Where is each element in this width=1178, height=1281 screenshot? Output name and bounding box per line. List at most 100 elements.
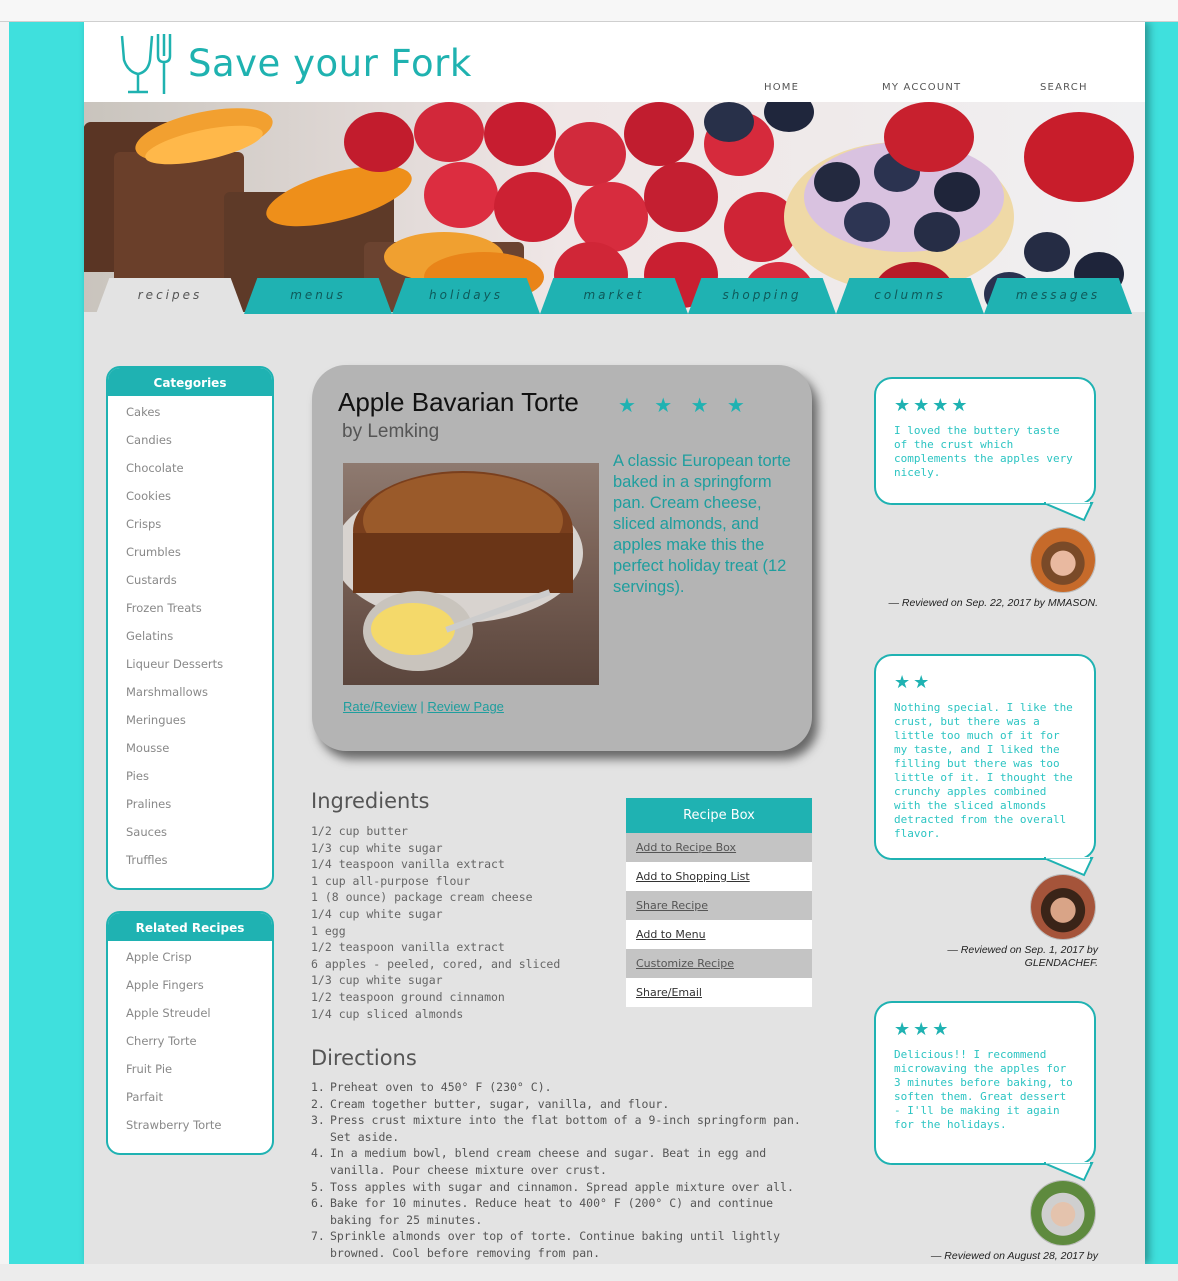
step-number: 1. bbox=[311, 1080, 325, 1094]
recipe-description: A classic European torte baked in a spri… bbox=[613, 452, 791, 596]
page-container: Save your Fork HOME MY ACCOUNT SEARCH re… bbox=[84, 22, 1145, 1264]
category-link[interactable]: Meringues bbox=[126, 712, 272, 740]
step-text: Toss apples with sugar and cinnamon. Spr… bbox=[330, 1179, 794, 1194]
review-bubble: ★★★ Delicious!! I recommend microwaving … bbox=[874, 1001, 1096, 1165]
ingredient-item: 1/2 teaspoon ground cinnamon bbox=[311, 989, 505, 1004]
category-link[interactable]: Pies bbox=[126, 768, 272, 796]
category-link[interactable]: Frozen Treats bbox=[126, 600, 272, 628]
step-text: Bake for 10 minutes. Reduce heat to 400°… bbox=[330, 1196, 774, 1227]
related-recipes-panel: Related Recipes Apple Crisp Apple Finger… bbox=[106, 911, 274, 1155]
step-text: Preheat oven to 450° F (230° C). bbox=[330, 1080, 552, 1094]
add-to-menu-link[interactable]: Add to Menu bbox=[626, 920, 812, 949]
step-number: 3. bbox=[311, 1113, 325, 1128]
review-bubble: ★★ Nothing special. I like the crust, bu… bbox=[874, 654, 1096, 860]
site-logo[interactable]: Save your Fork bbox=[118, 30, 472, 96]
recipe-photo bbox=[343, 463, 599, 685]
category-link[interactable]: Marshmallows bbox=[126, 684, 272, 712]
categories-panel: Categories Cakes Candies Chocolate Cooki… bbox=[106, 366, 274, 890]
review-stars: ★★★ bbox=[894, 1019, 952, 1040]
reviewer-avatar[interactable] bbox=[1030, 874, 1096, 940]
review-stars: ★★ bbox=[894, 672, 933, 693]
tab-recipes[interactable]: recipes bbox=[96, 278, 244, 314]
ingredient-item: 1 (8 ounce) package cream cheese bbox=[311, 890, 533, 905]
ingredients-title: Ingredients bbox=[311, 789, 430, 813]
recipe-links: Rate/Review | Review Page bbox=[343, 699, 504, 714]
category-link[interactable]: Candies bbox=[126, 432, 272, 460]
recipe-title: Apple Bavarian Torte bbox=[338, 387, 579, 417]
ingredient-item: 1/3 cup white sugar bbox=[311, 840, 443, 855]
category-link[interactable]: Mousse bbox=[126, 740, 272, 768]
recipe-box-title: Recipe Box bbox=[626, 798, 812, 833]
category-link[interactable]: Cakes bbox=[126, 404, 272, 432]
recipe-author: by Lemking bbox=[342, 421, 440, 442]
share-recipe-link[interactable]: Share Recipe bbox=[626, 891, 812, 920]
brand-name: Save your Fork bbox=[188, 41, 472, 85]
reviewer-avatar[interactable] bbox=[1030, 527, 1096, 593]
related-recipe-link[interactable]: Fruit Pie bbox=[126, 1061, 272, 1089]
nav-my-account-link[interactable]: MY ACCOUNT bbox=[882, 82, 961, 93]
category-link[interactable]: Truffles bbox=[126, 852, 272, 880]
tab-holidays[interactable]: holidays bbox=[392, 278, 540, 314]
step-number: 6. bbox=[311, 1196, 325, 1211]
review-bubble: ★★★★ I loved the buttery taste of the cr… bbox=[874, 377, 1096, 505]
browser-top-strip bbox=[0, 0, 1178, 22]
direction-step: 1. Preheat oven to 450° F (230° C). bbox=[311, 1079, 816, 1096]
share-email-link[interactable]: Share/Email bbox=[626, 978, 812, 1007]
category-link[interactable]: Crisps bbox=[126, 516, 272, 544]
nav-search-link[interactable]: SEARCH bbox=[1040, 82, 1088, 93]
direction-step: 3. Press crust mixture into the flat bott… bbox=[311, 1112, 816, 1145]
main-tabs: recipes menus holidays market shopping c… bbox=[84, 278, 1145, 314]
ingredient-item: 1 cup all-purpose flour bbox=[311, 873, 471, 888]
step-text: Press crust mixture into the flat bottom… bbox=[330, 1113, 801, 1144]
directions-title: Directions bbox=[311, 1046, 417, 1070]
categories-title: Categories bbox=[108, 368, 272, 396]
recipe-rating-stars: ★ ★ ★ ★ bbox=[618, 393, 751, 417]
tab-messages[interactable]: messages bbox=[984, 278, 1132, 314]
related-recipe-link[interactable]: Apple Streudel bbox=[126, 1005, 272, 1033]
tab-menus[interactable]: menus bbox=[244, 278, 392, 314]
related-recipe-link[interactable]: Cherry Torte bbox=[126, 1033, 272, 1061]
category-link[interactable]: Liqueur Desserts bbox=[126, 656, 272, 684]
ingredient-item: 1/4 cup sliced almonds bbox=[311, 1006, 464, 1021]
direction-step: 4. In a medium bowl, blend cream cheese a… bbox=[311, 1145, 816, 1178]
related-recipe-link[interactable]: Strawberry Torte bbox=[126, 1117, 272, 1145]
direction-step: 2. Cream together butter, sugar, vanilla,… bbox=[311, 1096, 816, 1113]
category-link[interactable]: Sauces bbox=[126, 824, 272, 852]
related-recipe-link[interactable]: Parfait bbox=[126, 1089, 272, 1117]
review-meta: — Reviewed on Sep. 1, 2017 by GLENDACHEF… bbox=[947, 944, 1098, 969]
review-meta: — Reviewed on Sep. 22, 2017 by MMASON. bbox=[888, 597, 1098, 609]
category-link[interactable]: Gelatins bbox=[126, 628, 272, 656]
review-bubble-tail bbox=[1044, 1162, 1094, 1182]
fork-glass-logo-icon bbox=[120, 34, 172, 94]
category-link[interactable]: Pralines bbox=[126, 796, 272, 824]
review-page-link[interactable]: Review Page bbox=[427, 699, 504, 714]
related-recipe-link[interactable]: Apple Fingers bbox=[126, 977, 272, 1005]
customize-recipe-link[interactable]: Customize Recipe bbox=[626, 949, 812, 978]
nav-home-link[interactable]: HOME bbox=[764, 82, 799, 93]
categories-list: Cakes Candies Chocolate Cookies Crisps C… bbox=[108, 396, 272, 880]
related-recipes-list: Apple Crisp Apple Fingers Apple Streudel… bbox=[108, 941, 272, 1145]
tab-shopping[interactable]: shopping bbox=[688, 278, 836, 314]
review-text: Nothing special. I like the crust, but t… bbox=[894, 701, 1073, 840]
ingredient-item: 1/4 teaspoon vanilla extract bbox=[311, 857, 505, 872]
reviewer-avatar[interactable] bbox=[1030, 1180, 1096, 1246]
ingredient-item: 1/3 cup white sugar bbox=[311, 973, 443, 988]
directions-list: 1. Preheat oven to 450° F (230° C). 2. Cre… bbox=[311, 1079, 816, 1262]
category-link[interactable]: Cookies bbox=[126, 488, 272, 516]
ingredient-item: 1/4 cup white sugar bbox=[311, 906, 443, 921]
step-number: 7. bbox=[311, 1229, 325, 1244]
category-link[interactable]: Chocolate bbox=[126, 460, 272, 488]
tab-columns[interactable]: columns bbox=[836, 278, 984, 314]
tab-market[interactable]: market bbox=[540, 278, 688, 314]
related-recipe-link[interactable]: Apple Crisp bbox=[126, 949, 272, 977]
ingredient-item: 1 egg bbox=[311, 923, 346, 938]
review-stars: ★★★★ bbox=[894, 395, 971, 416]
site-header: Save your Fork HOME MY ACCOUNT SEARCH bbox=[84, 22, 1145, 102]
step-number: 5. bbox=[311, 1179, 325, 1194]
add-to-recipe-box-link[interactable]: Add to Recipe Box bbox=[626, 833, 812, 862]
category-link[interactable]: Custards bbox=[126, 572, 272, 600]
rate-review-link[interactable]: Rate/Review bbox=[343, 699, 417, 714]
ingredient-item: 1/2 cup butter bbox=[311, 824, 408, 838]
category-link[interactable]: Crumbles bbox=[126, 544, 272, 572]
add-to-shopping-list-link[interactable]: Add to Shopping List bbox=[626, 862, 812, 891]
